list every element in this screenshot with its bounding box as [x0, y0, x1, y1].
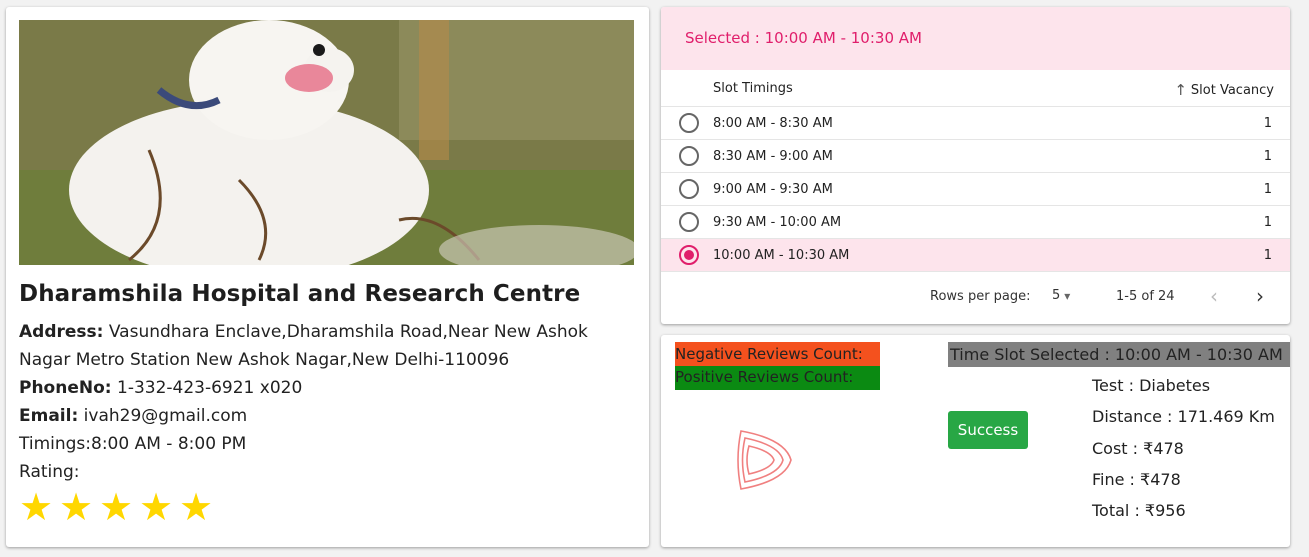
email-value: ivah29@gmail.com [78, 406, 248, 426]
negative-reviews-count: Negative Reviews Count: [675, 342, 880, 366]
slot-radio-checked[interactable] [679, 245, 699, 265]
table-row[interactable]: 8:00 AM - 8:30 AM 1 [661, 107, 1290, 140]
slot-vacancy: 1 [1263, 149, 1272, 164]
slot-table-card: Selected : 10:00 AM - 10:30 AM Slot Timi… [661, 7, 1290, 324]
table-row[interactable]: 8:30 AM - 9:00 AM 1 [661, 140, 1290, 173]
email-label: Email: [19, 406, 79, 426]
chevron-right-icon[interactable]: › [1256, 284, 1264, 308]
rating-stars: ★ ★ ★ ★ ★ [19, 489, 213, 527]
slot-time: 8:30 AM - 9:00 AM [713, 149, 833, 164]
slot-time: 9:00 AM - 9:30 AM [713, 182, 833, 197]
slot-radio[interactable] [679, 179, 699, 199]
table-pagination: Rows per page: 5 ▾ 1-5 of 24 ‹ › [661, 272, 1290, 322]
slot-time: 10:00 AM - 10:30 AM [713, 248, 850, 263]
phone-value: 1-332-423-6921 x020 [111, 378, 303, 398]
slot-vacancy: 1 [1263, 116, 1272, 131]
booking-summary-card: Negative Reviews Count: Positive Reviews… [661, 335, 1290, 547]
table-row[interactable]: 9:30 AM - 10:00 AM 1 [661, 206, 1290, 239]
loading-spinner-icon [737, 430, 792, 490]
total-detail: Total : ₹956 [1092, 501, 1186, 520]
slot-radio[interactable] [679, 146, 699, 166]
hospital-name: Dharamshila Hospital and Research Centre [19, 281, 581, 307]
star-icon: ★ [99, 487, 134, 529]
rows-per-page-label: Rows per page: [930, 289, 1031, 304]
address-value: Vasundhara Enclave,Dharamshila Road,Near… [19, 322, 588, 370]
slot-radio[interactable] [679, 212, 699, 232]
hospital-photo [19, 20, 634, 265]
dropdown-arrow-icon: ▾ [1064, 288, 1071, 303]
slot-vacancy: 1 [1263, 182, 1272, 197]
rows-per-page-select[interactable]: 5 ▾ [1052, 288, 1070, 303]
address-line: Address: Vasundhara Enclave,Dharamshila … [19, 318, 639, 374]
star-icon: ★ [19, 487, 54, 529]
slot-table-header: Slot Timings ↑ Slot Vacancy [661, 70, 1290, 107]
fine-detail: Fine : ₹478 [1092, 470, 1181, 489]
col-slot-vacancy-label: Slot Vacancy [1190, 82, 1274, 98]
col-slot-vacancy[interactable]: ↑ Slot Vacancy [1174, 81, 1274, 99]
dog-photo-illustration [19, 20, 634, 265]
distance-detail: Distance : 171.469 Km [1092, 407, 1275, 426]
pagination-range: 1-5 of 24 [1116, 289, 1175, 304]
phone-line: PhoneNo: 1-332-423-6921 x020 [19, 374, 639, 402]
slot-vacancy: 1 [1263, 248, 1272, 263]
col-slot-timings[interactable]: Slot Timings [713, 81, 793, 96]
table-row[interactable]: 9:00 AM - 9:30 AM 1 [661, 173, 1290, 206]
sort-arrow-icon[interactable]: ↑ [1174, 81, 1187, 99]
positive-reviews-count: Positive Reviews Count: [675, 366, 880, 390]
star-icon: ★ [59, 487, 94, 529]
slot-vacancy: 1 [1263, 215, 1272, 230]
selected-slot-banner: Selected : 10:00 AM - 10:30 AM [661, 7, 1290, 70]
success-button[interactable]: Success [948, 411, 1028, 449]
slot-time: 9:30 AM - 10:00 AM [713, 215, 842, 230]
rows-per-page-value: 5 [1052, 288, 1061, 303]
slot-radio[interactable] [679, 113, 699, 133]
address-label: Address: [19, 322, 104, 342]
chevron-left-icon[interactable]: ‹ [1210, 284, 1218, 308]
slot-time: 8:00 AM - 8:30 AM [713, 116, 833, 131]
timings-line: Timings:8:00 AM - 8:00 PM [19, 434, 247, 454]
table-row-selected[interactable]: 10:00 AM - 10:30 AM 1 [661, 239, 1290, 272]
star-icon: ★ [179, 487, 214, 529]
test-detail: Test : Diabetes [1092, 376, 1211, 395]
hospital-card: Dharamshila Hospital and Research Centre… [6, 7, 649, 547]
cost-detail: Cost : ₹478 [1092, 439, 1184, 458]
phone-label: PhoneNo: [19, 378, 112, 398]
rating-label: Rating: [19, 462, 80, 482]
email-line: Email: ivah29@gmail.com [19, 402, 639, 430]
star-icon: ★ [139, 487, 174, 529]
time-slot-selected: Time Slot Selected : 10:00 AM - 10:30 AM [948, 342, 1290, 367]
